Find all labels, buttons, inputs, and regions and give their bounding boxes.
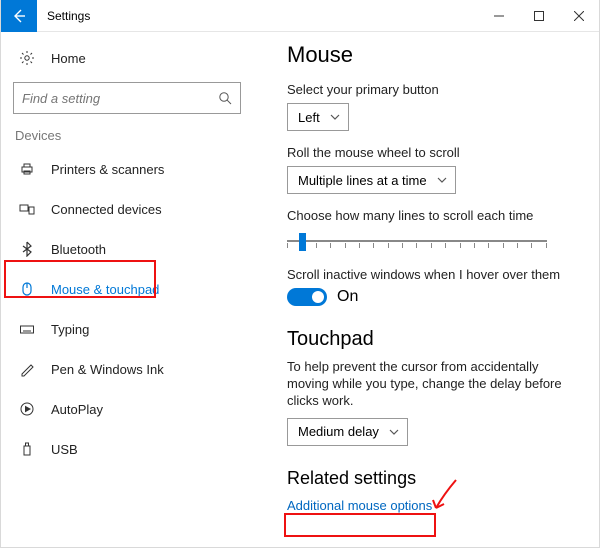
close-icon (574, 11, 584, 21)
app-title: Settings (37, 9, 479, 23)
lines-label: Choose how many lines to scroll each tim… (287, 208, 579, 223)
sidebar-item-label: Bluetooth (51, 242, 106, 257)
slider-thumb[interactable] (299, 233, 306, 251)
inactive-value: On (337, 288, 358, 306)
chevron-down-icon (330, 112, 340, 122)
slider-track (287, 240, 547, 242)
close-button[interactable] (559, 0, 599, 32)
sidebar-item-label: Printers & scanners (51, 162, 164, 177)
touchpad-delay-value: Medium delay (298, 424, 379, 439)
sidebar-item-connected[interactable]: Connected devices (1, 189, 257, 229)
sidebar-item-typing[interactable]: Typing (1, 309, 257, 349)
primary-button-label: Select your primary button (287, 82, 579, 97)
inactive-toggle[interactable] (287, 288, 327, 306)
sidebar-home-label: Home (51, 51, 86, 66)
touchpad-delay-select[interactable]: Medium delay (287, 418, 408, 446)
lines-slider[interactable] (287, 229, 547, 253)
sidebar-item-usb[interactable]: USB (1, 429, 257, 469)
sidebar-item-printers[interactable]: Printers & scanners (1, 149, 257, 189)
sidebar-item-label: Connected devices (51, 202, 162, 217)
sidebar: Home Devices Printers & scanners Connect… (1, 32, 257, 547)
wheel-label: Roll the mouse wheel to scroll (287, 145, 579, 160)
mouse-icon (17, 281, 37, 297)
slider-ticks (287, 243, 547, 249)
sidebar-item-pen[interactable]: Pen & Windows Ink (1, 349, 257, 389)
pen-icon (17, 361, 37, 377)
sidebar-item-label: Mouse & touchpad (51, 282, 159, 297)
sidebar-item-autoplay[interactable]: AutoPlay (1, 389, 257, 429)
touchpad-heading: Touchpad (287, 328, 579, 351)
search-input-field[interactable] (22, 91, 218, 106)
touchpad-help: To help prevent the cursor from accident… (287, 359, 579, 410)
additional-mouse-options-link[interactable]: Additional mouse options (287, 498, 432, 513)
chevron-down-icon (437, 175, 447, 185)
sidebar-item-label: USB (51, 442, 78, 457)
arrow-left-icon (11, 8, 27, 24)
wheel-value: Multiple lines at a time (298, 173, 427, 188)
sidebar-item-label: AutoPlay (51, 402, 103, 417)
maximize-icon (534, 11, 544, 21)
chevron-down-icon (389, 427, 399, 437)
devices-icon (17, 201, 37, 217)
minimize-icon (494, 11, 504, 21)
minimize-button[interactable] (479, 0, 519, 32)
sidebar-item-label: Pen & Windows Ink (51, 362, 164, 377)
sidebar-home[interactable]: Home (1, 38, 257, 78)
bluetooth-icon (17, 241, 37, 257)
primary-button-value: Left (298, 110, 320, 125)
related-heading: Related settings (287, 468, 579, 489)
printer-icon (17, 161, 37, 177)
maximize-button[interactable] (519, 0, 559, 32)
usb-icon (17, 441, 37, 457)
sidebar-item-bluetooth[interactable]: Bluetooth (1, 229, 257, 269)
search-input[interactable] (13, 82, 241, 114)
sidebar-item-label: Typing (51, 322, 89, 337)
autoplay-icon (17, 401, 37, 417)
sidebar-group-label: Devices (1, 122, 257, 149)
gear-icon (17, 50, 37, 66)
wheel-select[interactable]: Multiple lines at a time (287, 166, 456, 194)
inactive-label: Scroll inactive windows when I hover ove… (287, 267, 579, 282)
sidebar-item-mouse[interactable]: Mouse & touchpad (1, 269, 257, 309)
keyboard-icon (17, 321, 37, 337)
mouse-heading: Mouse (287, 42, 579, 68)
primary-button-select[interactable]: Left (287, 103, 349, 131)
back-button[interactable] (1, 0, 37, 32)
search-icon (218, 91, 232, 105)
main-content: Mouse Select your primary button Left Ro… (257, 32, 599, 547)
